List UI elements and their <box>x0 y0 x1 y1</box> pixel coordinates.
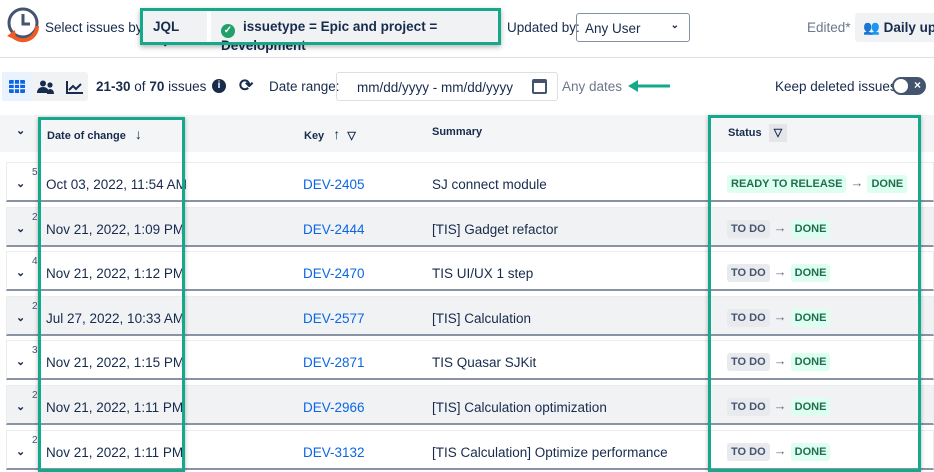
info-icon[interactable]: i <box>212 79 226 93</box>
issue-key-link[interactable]: DEV-2444 <box>303 222 365 237</box>
expand-row-chevron-icon[interactable]: ⌄ <box>16 311 25 324</box>
expand-row-chevron-icon[interactable]: ⌄ <box>16 222 25 235</box>
issue-key-link[interactable]: DEV-2577 <box>303 311 365 326</box>
date-range-placeholder: mm/dd/yyyy - mm/dd/yyyy <box>357 80 514 95</box>
updated-by-value: Any User <box>585 21 641 36</box>
issue-key-link[interactable]: DEV-2405 <box>303 177 365 192</box>
chart-view-icon[interactable] <box>60 72 89 101</box>
date-range-label: Date range: <box>269 79 340 94</box>
change-count: 2 <box>32 300 38 312</box>
saved-view-label: Daily updates <box>883 20 934 35</box>
saved-view-button[interactable]: 👥 Daily updates <box>855 13 934 42</box>
expand-row-chevron-icon[interactable]: ⌄ <box>16 445 25 458</box>
table-view-icon[interactable] <box>2 72 31 101</box>
column-header-key[interactable]: Key ↑ ▽ <box>304 126 356 142</box>
refresh-icon[interactable]: ⟳ <box>239 76 253 96</box>
date-range-input[interactable]: mm/dd/yyyy - mm/dd/yyyy <box>336 72 558 101</box>
change-count: 4 <box>32 256 38 268</box>
issue-summary: [TIS Calculation] Optimize performance <box>432 444 668 460</box>
issue-summary: [TIS] Gadget refactor <box>432 221 559 237</box>
issue-count: 21-30 of 70 issues <box>96 79 207 94</box>
expand-row-chevron-icon[interactable]: ⌄ <box>16 355 25 368</box>
keep-deleted-toggle[interactable]: × <box>892 77 926 95</box>
expand-row-chevron-icon[interactable]: ⌄ <box>16 400 25 413</box>
edited-indicator: Edited* <box>807 20 851 35</box>
updated-by-select[interactable]: Any User ⌄ <box>576 13 690 42</box>
history-logo-icon <box>7 7 40 43</box>
users-icon: 👥 <box>863 20 880 35</box>
sort-asc-icon[interactable]: ↑ <box>333 126 340 142</box>
change-count: 2 <box>32 390 38 401</box>
highlight-box-date <box>38 117 185 472</box>
issue-key-link[interactable]: DEV-2470 <box>303 266 365 281</box>
issue-summary: [TIS] Calculation optimization <box>432 400 607 415</box>
calendar-icon[interactable] <box>532 79 547 94</box>
column-header-summary[interactable]: Summary <box>432 126 482 138</box>
annotation-arrow-icon <box>628 80 670 92</box>
any-dates-label: Any dates <box>562 79 623 94</box>
expand-row-chevron-icon[interactable]: ⌄ <box>16 266 25 279</box>
highlight-box-status <box>708 115 921 472</box>
select-issues-label: Select issues by: <box>45 20 147 35</box>
view-switcher <box>2 72 88 101</box>
change-count: 2 <box>32 434 38 446</box>
divider <box>0 57 934 58</box>
issue-summary: TIS UI/UX 1 step <box>432 266 534 282</box>
keep-deleted-label: Keep deleted issues <box>775 79 897 94</box>
filter-icon[interactable]: ▽ <box>347 130 355 142</box>
expand-all-chevron-icon[interactable]: ⌄ <box>16 124 25 137</box>
issue-summary: SJ connect module <box>432 177 547 192</box>
updated-by-label: Updated by: <box>507 20 580 35</box>
chevron-down-icon: ⌄ <box>670 20 679 31</box>
issue-key-link[interactable]: DEV-2966 <box>303 400 365 415</box>
change-count: 5 <box>32 167 38 178</box>
close-icon: × <box>913 78 921 92</box>
change-count: 3 <box>32 345 38 357</box>
issue-key-link[interactable]: DEV-2871 <box>303 355 365 370</box>
expand-row-chevron-icon[interactable]: ⌄ <box>16 177 25 190</box>
highlight-box-query <box>140 8 501 45</box>
issue-summary: [TIS] Calculation <box>432 310 532 326</box>
issue-summary: TIS Quasar SJKit <box>432 355 537 371</box>
issue-key-link[interactable]: DEV-3132 <box>303 445 365 460</box>
users-view-icon[interactable] <box>31 72 60 101</box>
change-count: 2 <box>32 211 38 223</box>
